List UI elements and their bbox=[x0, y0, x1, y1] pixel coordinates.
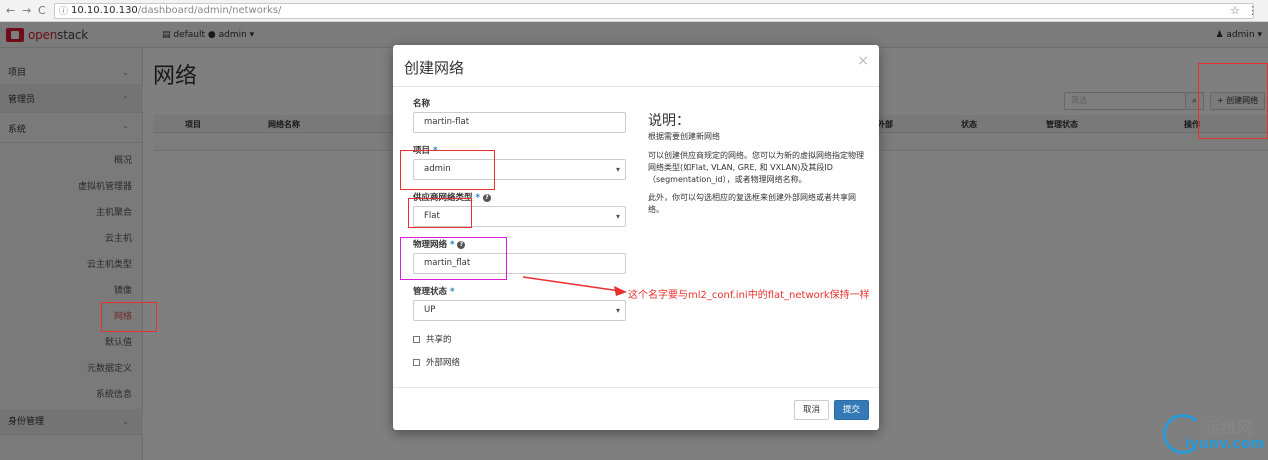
checkbox-box[interactable] bbox=[413, 359, 420, 366]
modal-title: 创建网络 bbox=[404, 59, 465, 77]
description-title: 说明： bbox=[648, 113, 690, 129]
forward-icon[interactable]: → bbox=[22, 4, 31, 17]
name-label-text: 名称 bbox=[413, 99, 431, 109]
page-info-icon[interactable]: ⓘ bbox=[59, 5, 68, 19]
url-host: 10.10.10.130 bbox=[71, 5, 138, 16]
shared-checkbox-label: 共享的 bbox=[426, 335, 452, 345]
shared-checkbox[interactable]: 共享的 bbox=[413, 333, 452, 345]
physical-network-input[interactable]: martin_flat bbox=[413, 253, 626, 274]
modal-header: 创建网络 × bbox=[393, 45, 879, 87]
address-bar[interactable]: ⓘ 10.10.10.130/dashboard/admin/networks/ bbox=[54, 3, 1254, 19]
physical-network-label-text: 物理网络 bbox=[413, 240, 448, 250]
help-icon[interactable]: ? bbox=[482, 193, 491, 202]
description-paragraph: 根据需要创建新网络 bbox=[648, 132, 720, 141]
url-path: /dashboard/admin/networks/ bbox=[137, 5, 282, 16]
back-icon[interactable]: ← bbox=[6, 4, 15, 17]
reload-icon[interactable]: C bbox=[38, 4, 46, 17]
modal-footer: 取消 提交 bbox=[393, 387, 879, 430]
help-icon[interactable]: ? bbox=[457, 240, 466, 249]
annotation-note: 这个名字要与ml2_conf.ini中的flat_network保持一样 bbox=[628, 290, 870, 301]
site-watermark: 运维网 iyunv.com bbox=[1163, 412, 1265, 456]
submit-button[interactable]: 提交 bbox=[834, 400, 869, 420]
required-mark: * bbox=[449, 287, 455, 297]
cancel-button[interactable]: 取消 bbox=[794, 400, 829, 420]
close-icon[interactable]: × bbox=[857, 53, 869, 69]
name-label: 名称 bbox=[413, 97, 430, 109]
project-select[interactable]: admin bbox=[413, 159, 626, 180]
watermark-url: iyunv.com bbox=[1185, 436, 1265, 452]
description-paragraph: 可以创建供应商规定的网络。您可以为新的虚拟网络指定物理网络类型(如Flat, V… bbox=[648, 151, 864, 184]
external-checkbox-label: 外部网络 bbox=[426, 358, 461, 368]
browser-menu-icon[interactable]: ⋮ bbox=[1247, 4, 1258, 17]
description-paragraph: 此外，你可以勾选相应的复选框来创建外部网络或者共享网络。 bbox=[648, 193, 856, 214]
required-mark: * bbox=[475, 193, 480, 203]
project-label: 项目 * bbox=[413, 144, 437, 156]
bookmark-star-icon[interactable]: ☆ bbox=[1230, 4, 1240, 17]
network-name-input[interactable]: martin-flat bbox=[413, 112, 626, 133]
admin-state-select[interactable]: UP bbox=[413, 300, 626, 321]
browser-toolbar: ← → C ⓘ 10.10.10.130/dashboard/admin/net… bbox=[0, 0, 1268, 22]
physical-network-label: 物理网络 * ? bbox=[413, 238, 466, 250]
admin-state-label: 管理状态 * bbox=[413, 285, 454, 297]
required-mark: * bbox=[449, 240, 455, 250]
provider-network-type-select[interactable]: Flat bbox=[413, 206, 626, 227]
external-network-checkbox[interactable]: 外部网络 bbox=[413, 356, 460, 368]
admin-state-label-text: 管理状态 bbox=[413, 287, 448, 297]
checkbox-box[interactable] bbox=[413, 336, 420, 343]
provider-type-label: 供应商网络类型 * ? bbox=[413, 191, 491, 203]
required-mark: * bbox=[432, 146, 438, 156]
project-label-text: 项目 bbox=[413, 146, 431, 156]
provider-type-label-text: 供应商网络类型 bbox=[413, 193, 473, 203]
watermark-name: 运维网 bbox=[1205, 418, 1254, 437]
create-network-modal: 创建网络 × 名称 martin-flat 项目 * admin 供应商网络类型… bbox=[393, 45, 879, 430]
